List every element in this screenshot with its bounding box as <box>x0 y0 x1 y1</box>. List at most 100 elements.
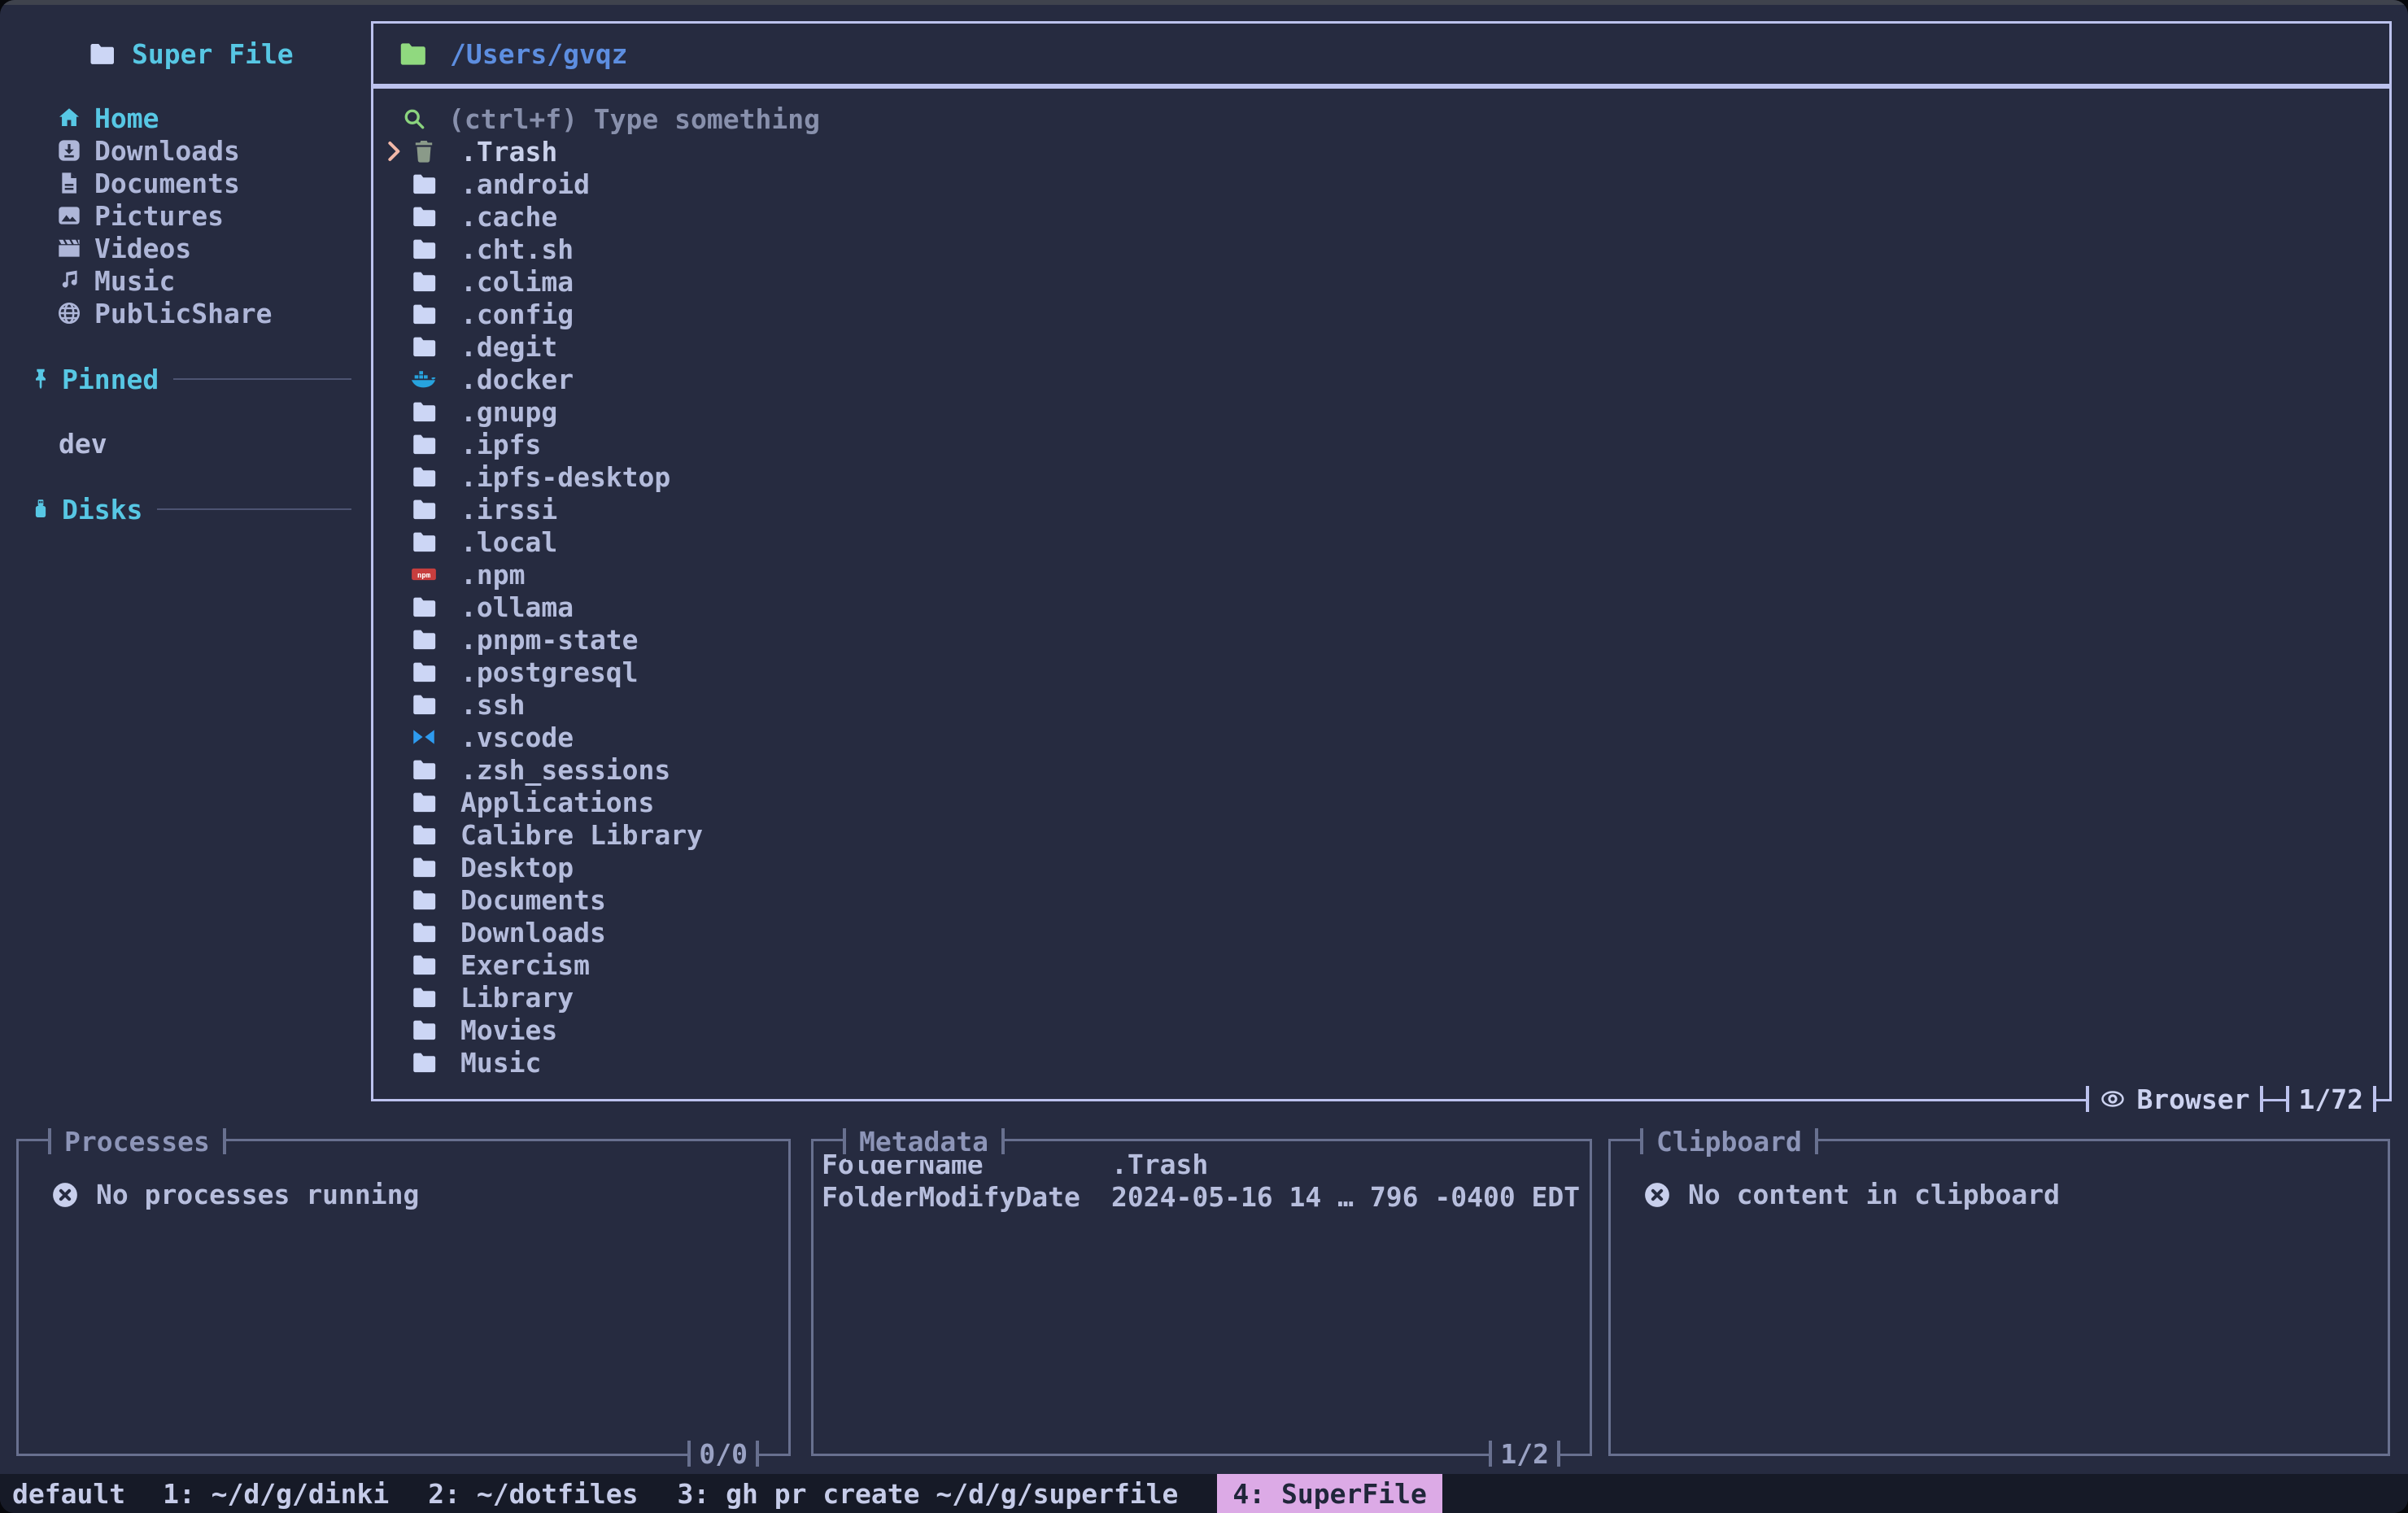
sidebar-nav-label: Videos <box>94 233 191 264</box>
file-row[interactable]: Calibre Library <box>373 818 2389 851</box>
folder-icon <box>408 203 440 230</box>
npm-icon: npm <box>408 560 440 588</box>
folder-icon <box>408 495 440 523</box>
file-name: .degit <box>460 331 557 363</box>
metadata-key: FolderModifyDate <box>822 1181 1111 1213</box>
sidebar-nav-label: Pictures <box>94 200 224 232</box>
file-row[interactable]: Desktop <box>373 851 2389 883</box>
sidebar-nav-item[interactable]: PublicShare <box>24 297 364 329</box>
file-row[interactable]: .docker <box>373 363 2389 395</box>
search-icon <box>401 106 427 132</box>
tmux-window-label: 2: ~/dotfiles <box>428 1478 638 1510</box>
file-row[interactable]: Movies <box>373 1014 2389 1046</box>
file-row[interactable]: .zsh_sessions <box>373 753 2389 786</box>
file-row[interactable]: .cache <box>373 200 2389 233</box>
file-name: .gnupg <box>460 396 557 428</box>
file-row[interactable]: npm .npm <box>373 558 2389 591</box>
sidebar-nav-item[interactable]: Home <box>24 102 364 134</box>
file-row[interactable]: .ollama <box>373 591 2389 623</box>
globe-icon <box>55 300 83 326</box>
section-divider <box>173 378 351 380</box>
search-input[interactable]: (ctrl+f) Type something <box>373 102 2389 135</box>
folder-icon <box>408 300 440 328</box>
folder-icon <box>408 1016 440 1044</box>
picture-icon <box>55 203 83 229</box>
tmux-window-label: 4: SuperFile <box>1232 1478 1426 1510</box>
sidebar-nav-label: Music <box>94 265 175 297</box>
file-row[interactable]: .vscode <box>373 721 2389 753</box>
file-row[interactable]: .local <box>373 525 2389 558</box>
pinned-section-label: Pinned <box>62 364 159 395</box>
folder-icon <box>408 821 440 848</box>
file-name: .Trash <box>460 136 557 168</box>
file-row[interactable]: .config <box>373 298 2389 330</box>
file-row[interactable]: .postgresql <box>373 656 2389 688</box>
sidebar-nav-item[interactable]: Documents <box>24 167 364 199</box>
sidebar-nav-item[interactable]: Downloads <box>24 134 364 167</box>
file-row[interactable]: Library <box>373 981 2389 1014</box>
tick <box>1815 1128 1818 1154</box>
file-row[interactable]: .colima <box>373 265 2389 298</box>
sidebar-nav-label: PublicShare <box>94 298 273 329</box>
panel-mode-badge: Browser <box>2089 1080 2259 1118</box>
file-row[interactable]: .ipfs-desktop <box>373 460 2389 493</box>
file-row[interactable]: .pnpm-state <box>373 623 2389 656</box>
file-row[interactable]: Music <box>373 1046 2389 1079</box>
folder-icon <box>85 39 119 68</box>
metadata-panel-title: Metadata <box>843 1123 1005 1160</box>
file-row[interactable]: .ipfs <box>373 428 2389 460</box>
file-name: .postgresql <box>460 656 639 688</box>
sidebar-nav-item[interactable]: Videos <box>24 232 364 264</box>
file-row[interactable]: .degit <box>373 330 2389 363</box>
folder-icon <box>408 951 440 979</box>
file-row[interactable]: .ssh <box>373 688 2389 721</box>
svg-text:npm: npm <box>417 572 431 580</box>
file-row[interactable]: Downloads <box>373 916 2389 948</box>
file-row[interactable]: .android <box>373 168 2389 200</box>
file-row[interactable]: .cht.sh <box>373 233 2389 265</box>
folder-icon <box>408 626 440 653</box>
file-name: Documents <box>460 884 606 916</box>
tmux-window[interactable]: 1: ~/d/g/dinki <box>163 1474 389 1513</box>
superfile-terminal-window: Super File Home Downloads Documents Pict… <box>0 0 2408 1513</box>
home-icon <box>55 105 83 131</box>
tmux-window[interactable]: 2: ~/dotfiles <box>428 1474 638 1513</box>
tmux-window[interactable]: 4: SuperFile <box>1217 1474 1442 1513</box>
sidebar-nav-item[interactable]: Pictures <box>24 199 364 232</box>
file-row[interactable]: Exercism <box>373 948 2389 981</box>
processes-empty-state: No processes running <box>50 1179 788 1210</box>
folder-icon <box>408 235 440 263</box>
folder-icon <box>408 853 440 881</box>
tick <box>1001 1128 1005 1154</box>
tick <box>1557 1441 1560 1467</box>
processes-panel: Processes No processes running 0/0 <box>16 1139 791 1456</box>
metadata-panel: Metadata FolderName .Trash FolderModifyD… <box>811 1139 1592 1456</box>
folder-icon <box>408 333 440 360</box>
disks-section-label: Disks <box>62 494 142 525</box>
folder-icon <box>408 170 440 198</box>
file-row[interactable]: Documents <box>373 883 2389 916</box>
search-placeholder: (ctrl+f) Type something <box>448 103 820 135</box>
path-bar[interactable]: /Users/gvqz <box>371 21 2392 86</box>
file-row[interactable]: .Trash <box>373 135 2389 168</box>
folder-icon <box>408 1049 440 1076</box>
file-row[interactable]: .gnupg <box>373 395 2389 428</box>
file-position-counter: 1/72 <box>2289 1080 2373 1118</box>
sidebar-nav: Home Downloads Documents Pictures Videos… <box>24 102 364 329</box>
sidebar-nav-item[interactable]: Music <box>24 264 364 297</box>
tmux-window[interactable]: 3: gh pr create ~/d/g/superfile <box>678 1474 1179 1513</box>
tmux-session-name: default <box>12 1478 125 1510</box>
file-row[interactable]: Applications <box>373 786 2389 818</box>
pinned-item[interactable]: dev <box>24 427 364 460</box>
file-name: .android <box>460 168 590 200</box>
file-name: .colima <box>460 266 574 298</box>
document-icon <box>55 170 83 196</box>
file-name: Exercism <box>460 949 590 981</box>
file-name: .ssh <box>460 689 525 721</box>
file-name: .ipfs-desktop <box>460 461 670 493</box>
folder-icon <box>408 593 440 621</box>
tick <box>756 1441 759 1467</box>
panel-mode-label: Browser <box>2136 1084 2249 1115</box>
file-row[interactable]: .irssi <box>373 493 2389 525</box>
folder-icon <box>408 918 440 946</box>
